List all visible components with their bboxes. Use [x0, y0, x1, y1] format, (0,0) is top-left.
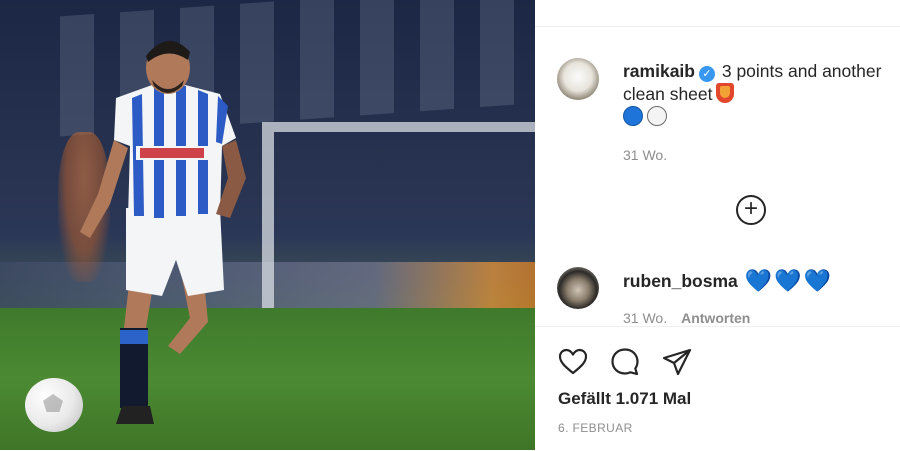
blue-heart-emoji-icon: 💙	[744, 268, 773, 293]
shield-emoji-icon	[715, 83, 734, 103]
load-more-comments-button[interactable]: +	[736, 195, 766, 225]
commenter-avatar[interactable]	[557, 267, 599, 309]
speech-bubble-icon[interactable]	[609, 346, 641, 378]
paper-plane-icon[interactable]	[661, 346, 693, 378]
like-count[interactable]: Gefällt 1.071 Mal	[558, 389, 691, 409]
author-avatar[interactable]	[557, 58, 599, 100]
reply-link[interactable]: Antworten	[681, 310, 750, 323]
blue-heart-emoji-icon: 💙	[774, 268, 802, 293]
author-username[interactable]: ramikaib	[623, 61, 695, 81]
football	[25, 378, 83, 432]
comments-list[interactable]: ramikaib ✓ 3 points and another clean she…	[535, 27, 900, 323]
caption-emoji-row	[623, 106, 671, 128]
heart-outline-icon[interactable]	[557, 346, 589, 378]
verified-badge-icon: ✓	[698, 66, 715, 82]
blue-heart-emoji-icon: 💙	[803, 268, 831, 293]
post-date[interactable]: 6. FEBRUAR	[558, 421, 633, 435]
post-header-divider	[535, 0, 900, 27]
caption: ramikaib ✓ 3 points and another clean she…	[623, 60, 893, 106]
post-sidebar: ramikaib ✓ 3 points and another clean she…	[535, 0, 900, 450]
white-circle-emoji-icon	[647, 106, 667, 126]
caption-timestamp: 31 Wo.	[623, 147, 668, 163]
action-bar: Gefällt 1.071 Mal 6. FEBRUAR	[535, 326, 900, 451]
comment-meta: 31 Wo. Antworten	[623, 310, 750, 323]
football-player	[80, 40, 246, 424]
commenter-username[interactable]: ruben_bosma	[623, 271, 738, 291]
blue-circle-emoji-icon	[623, 106, 643, 126]
post-photo[interactable]	[0, 0, 535, 450]
goal-frame	[262, 122, 535, 332]
comment-timestamp: 31 Wo.	[623, 310, 668, 323]
comment-item: ruben_bosma 💙💙💙	[623, 269, 831, 293]
